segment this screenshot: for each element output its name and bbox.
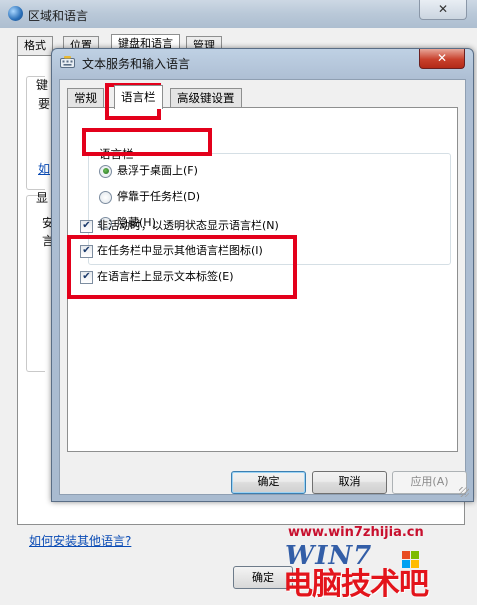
keyboard-link-fragment[interactable]: 如 [38, 160, 50, 177]
region-language-close-button[interactable]: ✕ [419, 0, 467, 20]
dock-in-taskbar-radio[interactable] [99, 190, 112, 204]
tab-advanced-key-settings[interactable]: 高级键设置 [170, 88, 242, 108]
install-other-languages-link[interactable]: 如何安装其他语言? [29, 532, 131, 549]
float-on-desktop-radio[interactable] [99, 164, 112, 178]
transparent-when-inactive-label: 非活动时，以透明状态显示语言栏(N) [97, 219, 279, 232]
highlight-checkbox-options [67, 235, 297, 299]
watermark-brand: 电脑技术吧 [283, 567, 429, 602]
resize-grip[interactable] [459, 487, 469, 497]
keyboard-icon [60, 56, 75, 68]
cancel-button[interactable]: 取消 [312, 471, 387, 494]
dock-in-taskbar-label: 停靠于任务栏(D) [117, 190, 201, 203]
float-on-desktop-option[interactable]: 悬浮于桌面上(F) [99, 163, 198, 179]
highlight-float-option [82, 128, 212, 156]
display-group-fragment: 显 [36, 191, 49, 205]
region-language-title: 区域和语言 [28, 9, 89, 23]
watermark-url: www.win7zhijia.cn [288, 525, 424, 540]
float-on-desktop-label: 悬浮于桌面上(F) [117, 164, 198, 177]
keyboard-group-fragment: 键 [36, 78, 49, 92]
region-language-titlebar: 区域和语言 ✕ [0, 0, 477, 28]
globe-icon [8, 6, 23, 21]
ok-button[interactable]: 确定 [231, 471, 306, 494]
dock-in-taskbar-option[interactable]: 停靠于任务栏(D) [99, 189, 200, 205]
dialog-title: 文本服务和输入语言 [82, 57, 191, 71]
dialog-close-button[interactable]: ✕ [419, 49, 465, 69]
tab-language-bar[interactable]: 语言栏 [114, 85, 163, 109]
apply-button[interactable]: 应用(A) [392, 471, 467, 494]
transparent-when-inactive-checkbox[interactable]: ✔ [80, 219, 93, 233]
tab-general[interactable]: 常规 [67, 88, 104, 108]
transparent-when-inactive-option[interactable]: ✔ 非活动时，以透明状态显示语言栏(N) [80, 218, 279, 234]
tab-formats[interactable]: 格式 [17, 36, 53, 56]
keyboard-text-fragment: 要 [38, 97, 51, 111]
